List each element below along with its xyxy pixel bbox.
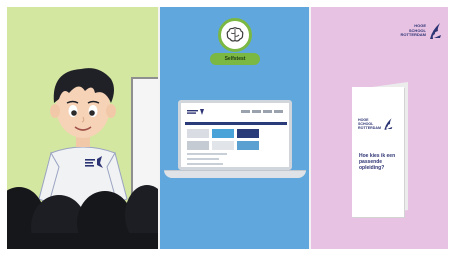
brochure: HOGE SCHOOL ROTTERDAM Hoe kies ik een pa… xyxy=(352,87,404,217)
right-panel: HOGE SCHOOL ROTTERDAM HOGE SCHOOL ROTTER… xyxy=(310,7,448,249)
selftest-label: Selfstest xyxy=(210,53,260,65)
site-header-bar xyxy=(185,122,287,125)
wing-icon xyxy=(430,23,441,39)
brochure-question: Hoe kies ik een passende opleiding? xyxy=(359,153,396,171)
laptop-base xyxy=(164,170,306,178)
laptop-screen xyxy=(178,100,292,170)
site-tiles xyxy=(187,129,259,150)
panel-divider xyxy=(158,7,160,249)
brochure-logo: HOGE SCHOOL ROTTERDAM xyxy=(358,117,393,131)
hogeschool-logo-text: HOGE SCHOOL ROTTERDAM xyxy=(400,23,426,38)
selftest-badge xyxy=(218,18,252,52)
student-illustration xyxy=(7,68,159,249)
site-nav xyxy=(241,110,283,113)
hogeschool-logo: HOGE SCHOOL ROTTERDAM xyxy=(400,22,442,40)
left-panel xyxy=(7,7,159,249)
middle-panel: Selfstest xyxy=(159,7,310,249)
video-frame: Selfstest HOGE SCHOOL ROTTERDAM HOGE SCH… xyxy=(7,7,448,249)
panel-divider xyxy=(309,7,311,249)
brain-icon xyxy=(226,27,244,42)
wing-icon xyxy=(384,118,393,130)
site-logo xyxy=(187,109,204,115)
site-text-rows xyxy=(187,153,227,165)
